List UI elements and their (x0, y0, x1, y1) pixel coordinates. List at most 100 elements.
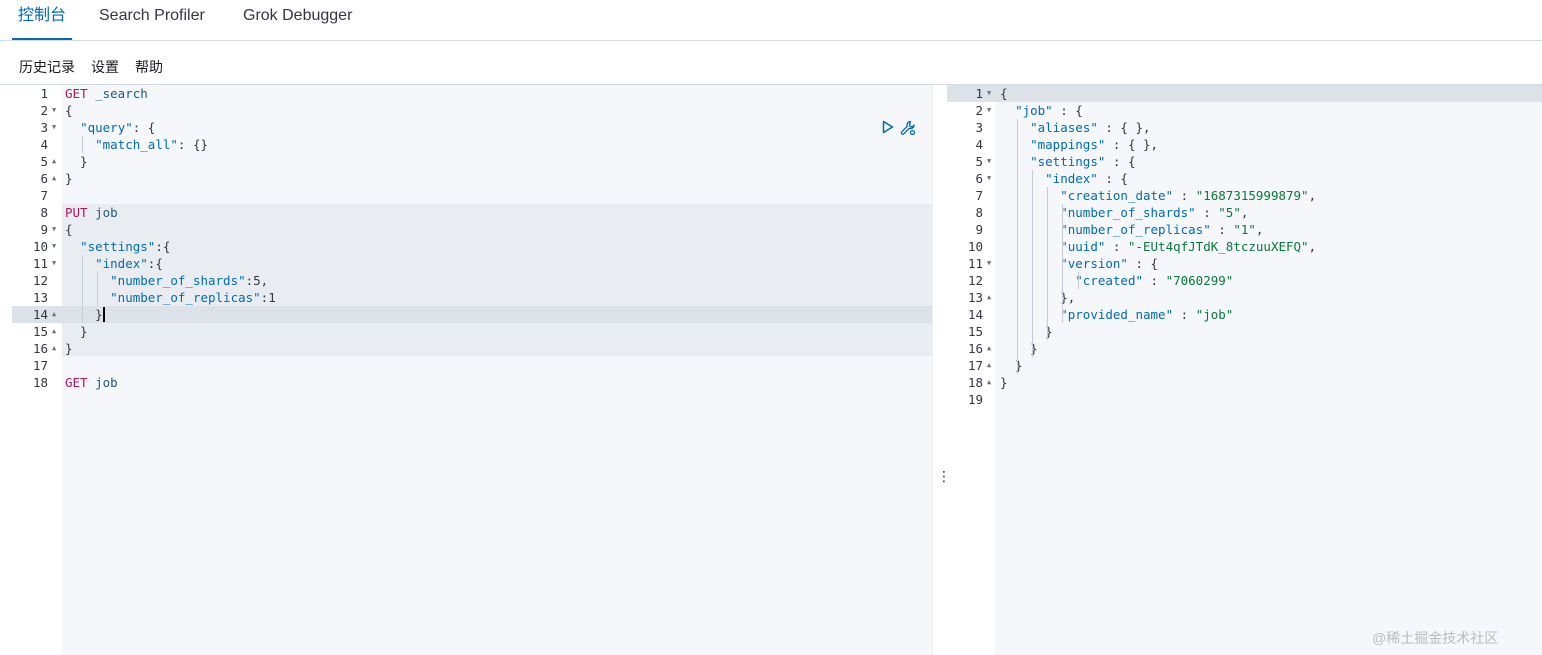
play-icon[interactable] (882, 120, 894, 139)
text-cursor (103, 307, 105, 322)
menu-help[interactable]: 帮助 (135, 57, 163, 77)
console-menu-bar: 历史记录 设置 帮助 (0, 40, 1542, 85)
fold-close-icon[interactable]: ▲ (52, 170, 56, 187)
request-line-number: 4 (40, 137, 48, 152)
request-line-number: 7 (40, 188, 48, 203)
response-editor: 1 ▼ {2 ▼ "job" : { 3 "aliases" : { }, 4 "mapp… (947, 85, 1542, 655)
fold-close-icon[interactable]: ▲ (987, 340, 991, 357)
request-code-line[interactable]: GET job (65, 374, 118, 391)
watermark: @稀土掘金技术社区 (1372, 630, 1499, 646)
response-code-line[interactable]: "version" : { (1000, 255, 1158, 272)
tab-grok-debugger[interactable]: Grok Debugger (243, 0, 352, 40)
request-line-number: 15 (32, 324, 48, 339)
fold-open-icon[interactable]: ▼ (987, 102, 991, 119)
indent-guide (1032, 170, 1034, 357)
fold-open-icon[interactable]: ▼ (987, 153, 991, 170)
request-line-number: 14 (32, 307, 48, 322)
request-code-line[interactable]: PUT job (65, 204, 118, 221)
response-line-number: 9 (975, 222, 983, 237)
indent-guide (1047, 187, 1049, 340)
response-line-number: 3 (975, 120, 983, 135)
request-code-line[interactable]: } (65, 306, 103, 323)
response-code-line[interactable]: "job" : { (1000, 102, 1083, 119)
request-line-number: 11 (32, 256, 48, 271)
response-code-line[interactable]: "settings" : { (1000, 153, 1135, 170)
top-tabs: 控制台 Search Profiler Grok Debugger (0, 0, 1542, 41)
request-line-number: 10 (32, 239, 48, 254)
request-code-line[interactable]: } (65, 153, 88, 170)
fold-close-icon[interactable]: ▲ (52, 340, 56, 357)
menu-history[interactable]: 历史记录 (19, 57, 75, 77)
response-code-line[interactable]: "created" : "7060299" (1000, 272, 1233, 289)
response-line-number: 2 (975, 103, 983, 118)
response-line-number: 6 (975, 171, 983, 186)
indent-guide (1077, 272, 1079, 289)
fold-open-icon[interactable]: ▼ (987, 170, 991, 187)
request-code-line[interactable]: } (65, 340, 73, 357)
response-code-line[interactable]: "index" : { (1000, 170, 1128, 187)
request-code-line[interactable]: "query": { (65, 119, 155, 136)
request-line-number: 9 (40, 222, 48, 237)
fold-open-icon[interactable]: ▼ (52, 102, 56, 119)
response-line-number: 19 (967, 392, 983, 407)
fold-close-icon[interactable]: ▲ (52, 153, 56, 170)
response-line-number: 11 (967, 256, 983, 271)
fold-open-icon[interactable]: ▼ (987, 85, 991, 102)
response-code-line[interactable]: "mappings" : { }, (1000, 136, 1158, 153)
request-line-number: 5 (40, 154, 48, 169)
response-line-number: 4 (975, 137, 983, 152)
fold-close-icon[interactable]: ▲ (987, 374, 991, 391)
tab-search-profiler[interactable]: Search Profiler (99, 0, 205, 40)
response-line-number: 12 (967, 273, 983, 288)
request-code-line[interactable]: } (65, 170, 73, 187)
wrench-icon[interactable] (900, 120, 916, 141)
fold-close-icon[interactable]: ▲ (52, 306, 56, 323)
request-code-line[interactable]: { (65, 221, 73, 238)
fold-close-icon[interactable]: ▲ (987, 357, 991, 374)
request-code-line[interactable]: "match_all": {} (65, 136, 208, 153)
indent-guide (1017, 119, 1019, 374)
request-line-number: 13 (32, 290, 48, 305)
response-code-line[interactable]: "number_of_shards" : "5", (1000, 204, 1248, 221)
request-code-line[interactable]: GET _search (65, 85, 148, 102)
active-line-highlight (947, 85, 1542, 102)
request-line-number: 8 (40, 205, 48, 220)
request-code-line[interactable]: "index":{ (65, 255, 163, 272)
response-code-line[interactable]: }, (1000, 289, 1075, 306)
response-line-number: 16 (967, 341, 983, 356)
menu-settings[interactable]: 设置 (91, 57, 119, 77)
fold-open-icon[interactable]: ▼ (52, 255, 56, 272)
response-line-number: 15 (967, 324, 983, 339)
request-content[interactable] (62, 85, 932, 655)
tab-console[interactable]: 控制台 (11, 0, 73, 40)
request-code-line[interactable]: { (65, 102, 73, 119)
request-line-number: 12 (32, 273, 48, 288)
fold-open-icon[interactable]: ▼ (52, 119, 56, 136)
response-code-line[interactable]: "number_of_replicas" : "1", (1000, 221, 1263, 238)
response-code-line[interactable]: } (1000, 357, 1023, 374)
indent-guide (82, 136, 84, 153)
request-line-number: 6 (40, 171, 48, 186)
fold-open-icon[interactable]: ▼ (987, 255, 991, 272)
fold-close-icon[interactable]: ▲ (987, 289, 991, 306)
response-line-number: 8 (975, 205, 983, 220)
request-code-line[interactable]: "settings":{ (65, 238, 170, 255)
request-code-line[interactable]: "number_of_shards":5, (65, 272, 268, 289)
fold-open-icon[interactable]: ▼ (52, 221, 56, 238)
fold-open-icon[interactable]: ▼ (52, 238, 56, 255)
response-code-line[interactable]: { (1000, 85, 1008, 102)
request-line-number: 16 (32, 341, 48, 356)
request-editor[interactable]: 1 GET _search 2 ▼ {3 ▼ "query": {4 "match_all… (12, 85, 932, 655)
response-line-number: 7 (975, 188, 983, 203)
response-line-number: 1 (975, 86, 983, 101)
request-line-number: 2 (40, 103, 48, 118)
response-code-line[interactable]: "provided_name" : "job" (1000, 306, 1233, 323)
active-line-highlight (12, 306, 932, 323)
fold-close-icon[interactable]: ▲ (52, 323, 56, 340)
response-code-line[interactable]: "aliases" : { }, (1000, 119, 1150, 136)
response-code-line[interactable]: } (1000, 323, 1053, 340)
response-code-line[interactable]: } (1000, 374, 1008, 391)
indent-guide (97, 272, 99, 306)
editor-resize-divider[interactable]: ⋮ (932, 85, 951, 655)
request-code-line[interactable]: } (65, 323, 88, 340)
